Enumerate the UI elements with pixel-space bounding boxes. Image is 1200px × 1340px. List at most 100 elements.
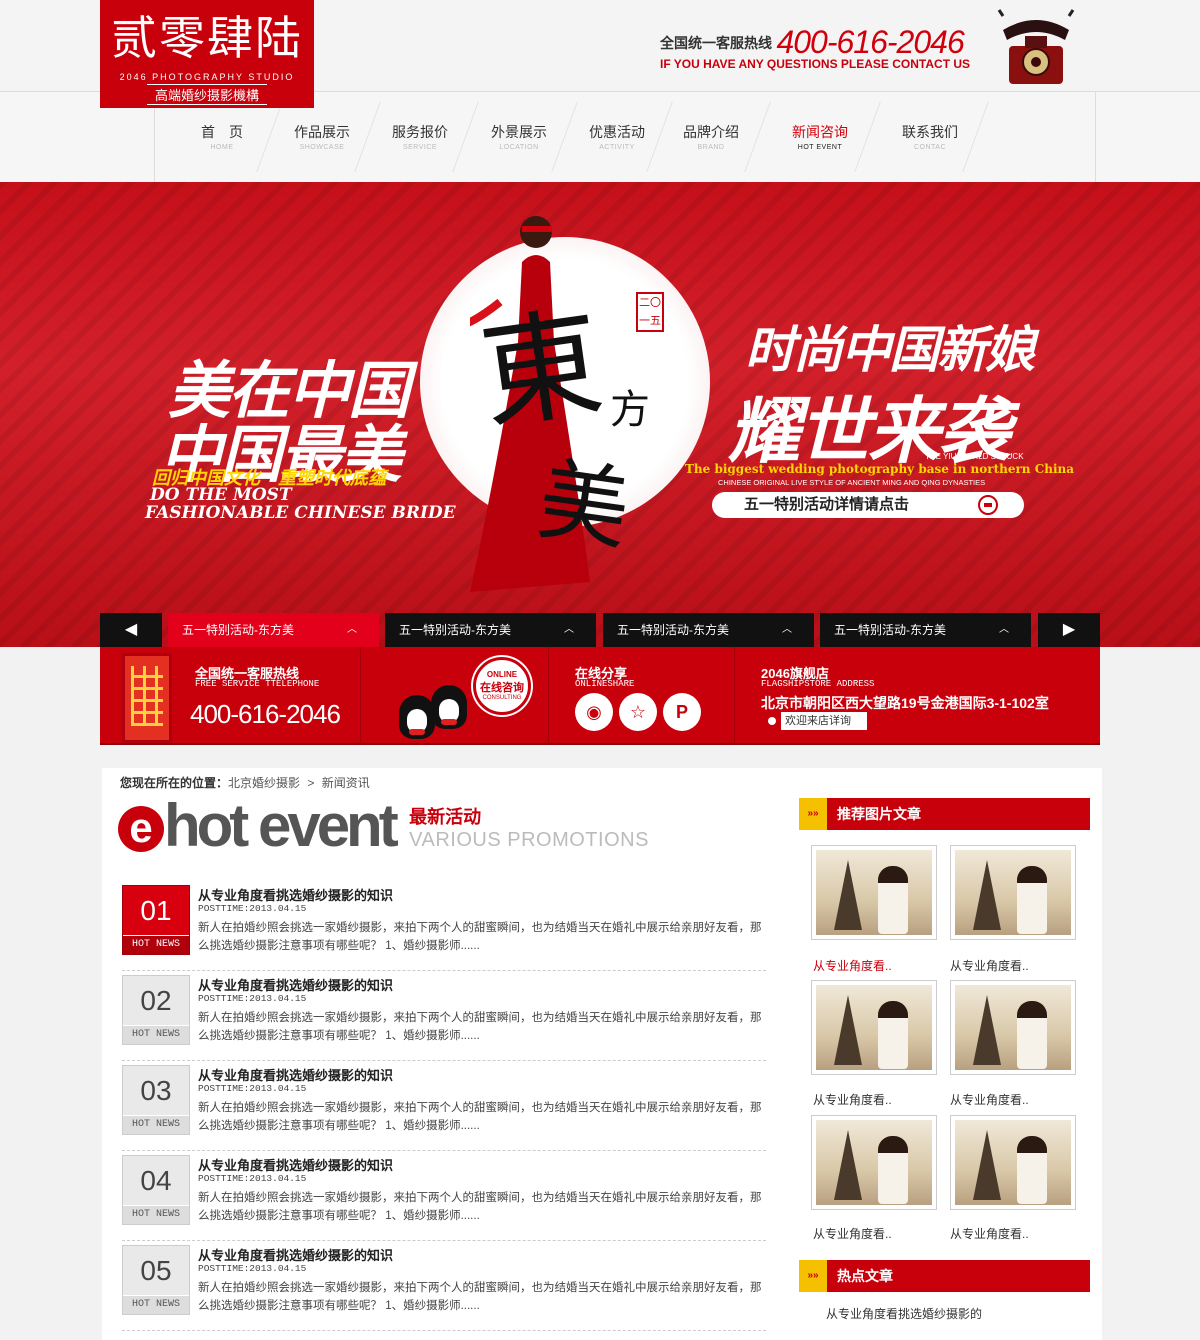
news-date: POSTTIME:2013.04.15 [198, 1083, 307, 1094]
news-date: POSTTIME:2013.04.15 [198, 903, 307, 914]
slider-tab[interactable]: 五一特别活动-东方美 ︿ [385, 613, 596, 647]
photo-caption[interactable]: 从专业角度看.. [950, 1091, 1029, 1108]
activity-details-button[interactable]: 五一特别活动详情请点击 [712, 492, 1024, 518]
slider-tab[interactable]: 五一特别活动-东方美 ︿ [168, 613, 379, 647]
photo-caption[interactable]: 从专业角度看.. [813, 957, 892, 974]
photo-caption[interactable]: 从专业角度看.. [813, 1091, 892, 1108]
news-excerpt: 新人在拍婚纱照会挑选一家婚纱摄影，来拍下两个人的甜蜜瞬间，也为结婚当天在婚礼中展… [198, 1102, 762, 1132]
nav-sublabel: LOCATION [499, 144, 539, 151]
news-item[interactable]: 03 HOT NEWS 从专业角度看挑选婚纱摄影的知识 POSTTIME:201… [122, 1065, 766, 1151]
news-number-badge: 05 HOT NEWS [122, 1245, 190, 1315]
wedding-photo [816, 985, 932, 1070]
sidebar-recommend-header: »» 推荐图片文章 [799, 798, 1090, 830]
news-item[interactable]: 05 HOT NEWS 从专业角度看挑选婚纱摄影的知识 POSTTIME:201… [122, 1245, 766, 1331]
breadcrumb-home[interactable]: 北京婚纱摄影 [228, 776, 300, 790]
news-excerpt: 新人在拍婚纱照会挑选一家婚纱摄影，来拍下两个人的甜蜜瞬间，也为结婚当天在婚礼中展… [198, 1192, 762, 1222]
photo-thumb[interactable] [950, 1115, 1076, 1210]
red-seal: 二〇一五 [636, 292, 664, 332]
photo-caption[interactable]: 从专业角度看.. [813, 1225, 892, 1242]
info-store: 2046旗舰店 FLAGSHIPSTORE ADDRESS 北京市朝阳区西大望路… [735, 647, 1100, 745]
news-excerpt: 新人在拍婚纱照会挑选一家婚纱摄影，来拍下两个人的甜蜜瞬间，也为结婚当天在婚礼中展… [198, 922, 762, 952]
hot-article-link[interactable]: 从专业角度看挑选婚纱摄影的 [826, 1305, 982, 1322]
news-item[interactable]: 04 HOT NEWS 从专业角度看挑选婚纱摄影的知识 POSTTIME:201… [122, 1155, 766, 1241]
news-number-badge: 01 HOT NEWS [122, 885, 190, 955]
nav-item-activity[interactable]: 优惠活动 ACTIVITY [572, 122, 662, 151]
pinterest-icon[interactable]: P [663, 693, 701, 731]
online-badge-sub: CONSULTING [482, 695, 522, 701]
online-consult-badge[interactable]: ONLINE 在线咨询 CONSULTING [473, 657, 531, 715]
news-badge-label: HOT NEWS [123, 1116, 189, 1134]
hotline-english: IF YOU HAVE ANY QUESTIONS PLEASE CONTACT… [660, 57, 971, 71]
news-title[interactable]: 从专业角度看挑选婚纱摄影的知识 [198, 1245, 393, 1264]
info-hotline: 全国统一客服热线 FREE SERVICE TTELEPHONE 400-616… [100, 647, 361, 745]
slider-tab-label: 五一特别活动-东方美 [182, 623, 294, 637]
nav-item-contact[interactable]: 联系我们 CONTAC [885, 122, 975, 151]
nav-label: 联系我们 [902, 124, 958, 140]
info-hotline-number: 400-616-2046 [190, 699, 341, 729]
chevron-up-icon: ︿ [782, 624, 792, 635]
banner-tagline-3: CHINESE ORIGINAL LIVE STYLE OF ANCIENT M… [718, 478, 986, 487]
photo-thumb[interactable] [950, 845, 1076, 940]
nav-item-hot-event[interactable]: 新闻咨询 HOT EVENT [775, 122, 865, 151]
chevron-up-icon: ︿ [564, 624, 574, 635]
header-bar: 贰零肆陆 2046 PHOTOGRAPHY STUDIO 高端婚纱摄影機構 全国… [0, 0, 1200, 108]
wedding-photo [955, 1120, 1071, 1205]
info-online-consult[interactable]: ONLINE 在线咨询 CONSULTING [361, 647, 549, 745]
breadcrumb-current[interactable]: 新闻资讯 [322, 776, 370, 790]
site-logo[interactable]: 贰零肆陆 2046 PHOTOGRAPHY STUDIO 高端婚纱摄影機構 [100, 0, 314, 108]
chevron-right-icon: ▶ [1062, 621, 1076, 638]
qq-penguin-icon [399, 695, 435, 739]
photo-thumb[interactable] [811, 980, 937, 1075]
news-date: POSTTIME:2013.04.15 [198, 1263, 307, 1274]
news-title[interactable]: 从专业角度看挑选婚纱摄影的知识 [198, 1155, 393, 1174]
slider-prev-button[interactable]: ◀ [100, 613, 162, 647]
photo-thumb[interactable] [811, 845, 937, 940]
hero-banner[interactable]: 美在中国 中国最美 回归中国文化 重塑时代底蕴 DO THE MOST FASH… [0, 182, 1200, 647]
activity-button-label: 五一特别活动详情请点击 [744, 496, 910, 513]
slider-next-button[interactable]: ▶ [1038, 613, 1100, 647]
section-heading: e hot event 最新活动 VARIOUS PROMOTIONS [118, 796, 649, 860]
nav-sublabel: HOT EVENT [797, 144, 843, 151]
nav-label: 首 页 [201, 124, 243, 140]
calligraphy-fang: 方 [610, 387, 650, 433]
nav-item-brand[interactable]: 品牌介绍 BRAND [666, 122, 756, 151]
photo-caption[interactable]: 从专业角度看.. [950, 957, 1029, 974]
photo-thumb[interactable] [811, 1115, 937, 1210]
banner-slogan-en-1: DO THE MOST [150, 485, 292, 505]
nav-sublabel: BRAND [697, 144, 725, 151]
favorite-icon[interactable]: ☆ [619, 693, 657, 731]
nav-label: 服务报价 [392, 124, 448, 140]
news-number: 04 [123, 1156, 189, 1206]
section-e-mark: e [118, 806, 164, 852]
calligraphy-mei: 美 [531, 447, 636, 564]
slider-tab[interactable]: 五一特别活动-东方美 ︿ [820, 613, 1031, 647]
photo-caption[interactable]: 从专业角度看.. [950, 1225, 1029, 1242]
chevron-left-icon: ◀ [124, 621, 138, 638]
chevron-up-icon: ︿ [347, 624, 357, 635]
news-badge-label: HOT NEWS [123, 936, 189, 954]
section-title-en: VARIOUS PROMOTIONS [409, 829, 649, 851]
news-number: 05 [123, 1246, 189, 1296]
photo-thumb[interactable] [950, 980, 1076, 1075]
nav-sublabel: CONTAC [913, 144, 947, 151]
weibo-icon[interactable]: ◉ [575, 693, 613, 731]
nav-item-location[interactable]: 外景展示 LOCATION [474, 122, 564, 151]
news-title[interactable]: 从专业角度看挑选婚纱摄影的知识 [198, 975, 393, 994]
news-number-badge: 02 HOT NEWS [122, 975, 190, 1045]
news-item[interactable]: 01 HOT NEWS 从专业角度看挑选婚纱摄影的知识 POSTTIME:201… [122, 885, 766, 971]
store-address: 北京市朝阳区西大望路19号金港国际3-1-102室 [761, 695, 1049, 711]
news-title[interactable]: 从专业角度看挑选婚纱摄影的知识 [198, 1065, 393, 1084]
sidebar-hot-header: »» 热点文章 [799, 1260, 1090, 1292]
nav-label: 品牌介绍 [683, 124, 739, 140]
content-area: 您现在所在的位置：北京婚纱摄影 > 新闻资讯 e hot event 最新活动 V… [102, 768, 1102, 1340]
nav-item-showcase[interactable]: 作品展示 SHOWCASE [277, 122, 367, 151]
nav-item-home[interactable]: 首 页 HOME [177, 122, 267, 151]
news-badge-label: HOT NEWS [123, 1296, 189, 1314]
hotline-number: 400-616-2046 [776, 24, 964, 60]
banner-tagline-2: The biggest wedding photography base in … [685, 462, 1075, 476]
store-visit-link[interactable]: 欢迎来店详询 [763, 712, 867, 730]
nav-item-service[interactable]: 服务报价 SERVICE [375, 122, 465, 151]
news-title[interactable]: 从专业角度看挑选婚纱摄影的知识 [198, 885, 393, 904]
news-item[interactable]: 02 HOT NEWS 从专业角度看挑选婚纱摄影的知识 POSTTIME:201… [122, 975, 766, 1061]
slider-tab[interactable]: 五一特别活动-东方美 ︿ [603, 613, 814, 647]
